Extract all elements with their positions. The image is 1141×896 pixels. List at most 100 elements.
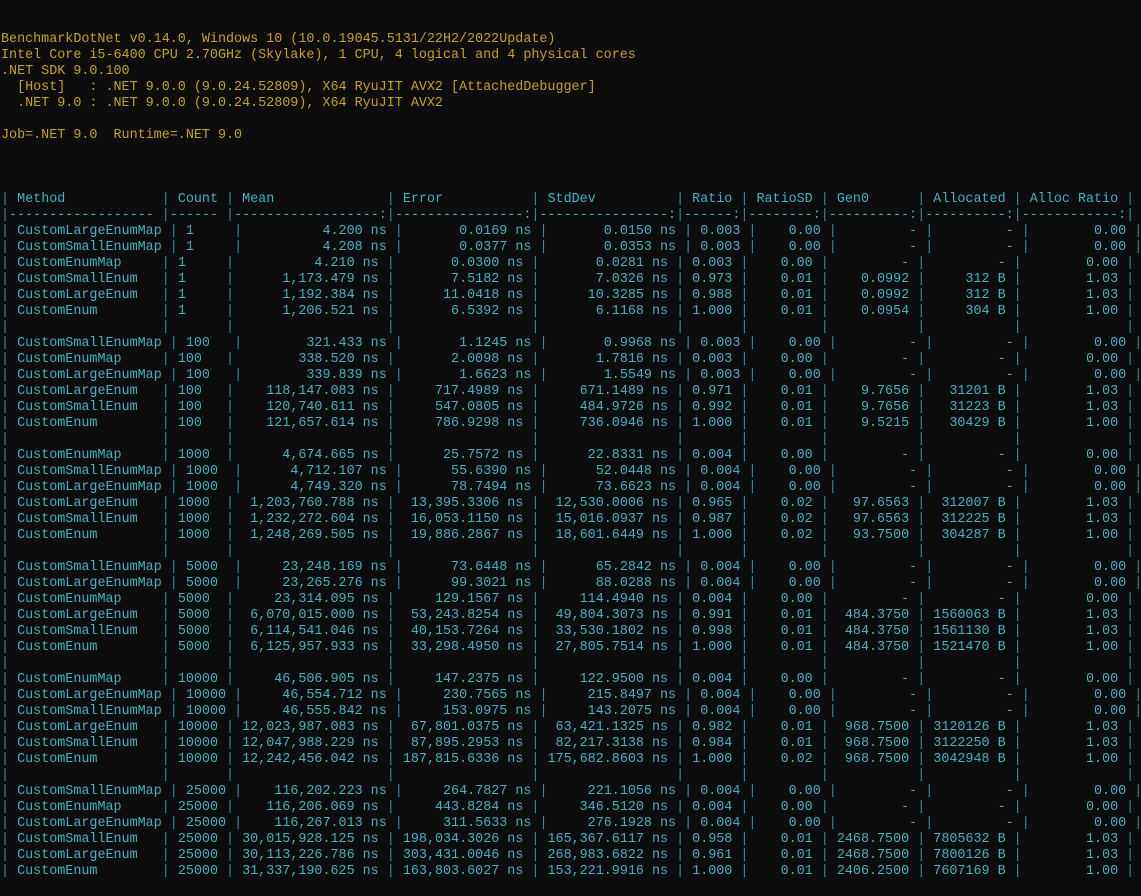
cell-stddev — [539, 320, 676, 335]
cell-method: CustomSmallEnumMap — [9, 336, 170, 351]
column-separator: | — [226, 640, 235, 655]
column-separator: | — [234, 336, 243, 351]
cell-method: CustomSmallEnum — [9, 400, 162, 415]
cell-stddev: 33,530.1802 ns — [539, 624, 677, 639]
column-separator: | — [1134, 336, 1141, 351]
column-separator: | — [676, 496, 685, 511]
column-separator: | — [1126, 672, 1135, 687]
cell-count: 1 — [177, 224, 235, 239]
column-separator: | — [1, 240, 10, 255]
column-separator: | — [386, 768, 395, 783]
cell-alloc-ratio: 1.00 — [1021, 304, 1127, 319]
column-separator: | — [1013, 752, 1022, 767]
column-separator: | — [740, 864, 749, 879]
column-separator: | — [161, 672, 170, 687]
cell-gen0: - — [836, 336, 926, 351]
cell-gen0: 0.0954 — [828, 304, 918, 319]
column-separator: | — [820, 592, 829, 607]
column-separator: | — [676, 400, 685, 415]
cell-method: CustomSmallEnum — [9, 624, 162, 639]
cell-count: 100 — [177, 336, 235, 351]
cell-stddev: 73.6623 ns — [547, 480, 685, 495]
cell-alloc-ratio: 1.03 — [1021, 720, 1127, 735]
column-separator: | — [1, 624, 10, 639]
cell-gen0: - — [836, 480, 926, 495]
column-header: RatioSD — [748, 192, 821, 207]
column-separator: | — [386, 736, 395, 751]
column-separator: | — [161, 288, 170, 303]
column-separator: | — [917, 848, 926, 863]
column-separator: | — [1013, 624, 1022, 639]
cell-gen0: 484.3750 — [828, 640, 918, 655]
cell-error: 25.7572 ns — [394, 448, 532, 463]
column-separator: | — [676, 528, 685, 543]
column-separator: | — [828, 464, 837, 479]
cell-ratiosd: 0.01 — [748, 624, 821, 639]
cell-mean: 116,206.069 ns — [234, 800, 387, 815]
cell-ratiosd: 0.01 — [748, 736, 821, 751]
column-separator: | — [1013, 320, 1022, 335]
cell-stddev — [539, 768, 676, 783]
cell-stddev: 1.7816 ns — [539, 352, 677, 367]
cell-count: 10000 — [169, 672, 227, 687]
column-separator: | — [1, 848, 10, 863]
cell-ratiosd: 0.01 — [748, 864, 821, 879]
column-separator: | — [234, 704, 243, 719]
column-separator: | — [161, 432, 170, 447]
column-separator: | — [1013, 384, 1022, 399]
column-separator: | — [1, 352, 10, 367]
cell-count — [170, 656, 226, 671]
column-separator: | — [1, 288, 10, 303]
cell-ratio: 0.004 — [692, 816, 749, 831]
column-separator: | — [226, 192, 235, 207]
table-row: | CustomEnumMap | 25000 | 116,206.069 ns… — [1, 800, 1141, 816]
column-separator: | — [161, 304, 170, 319]
column-separator: | — [1, 592, 10, 607]
cell-alloc-ratio: 0.00 — [1029, 224, 1135, 239]
header-line: Job=.NET 9.0 Runtime=.NET 9.0 — [1, 128, 243, 143]
column-separator: | — [1, 720, 10, 735]
cell-alloc-ratio: 0.00 — [1021, 800, 1127, 815]
cell-alloc-ratio: 1.03 — [1021, 832, 1127, 847]
column-separator: | — [1126, 736, 1135, 751]
column-separator: | — [820, 288, 829, 303]
column-separator: | — [684, 224, 693, 239]
cell-error: 264.7827 ns — [402, 784, 540, 799]
column-separator: | — [1, 656, 10, 671]
cell-ratiosd: 0.01 — [748, 832, 821, 847]
table-row: | CustomSmallEnumMap | 1000 | 4,712.107 … — [1, 464, 1141, 480]
column-separator: | — [1, 528, 10, 543]
cell-gen0: - — [836, 224, 926, 239]
column-separator: | — [820, 848, 829, 863]
column-separator: | — [828, 224, 837, 239]
column-separator: | — [1, 336, 10, 351]
cell-ratio: 0.004 — [684, 800, 741, 815]
cell-count: 10000 — [169, 720, 227, 735]
table-row: | CustomSmallEnum | 10000 | 12,047,988.2… — [1, 736, 1141, 752]
cell-allocated — [925, 544, 1013, 559]
cell-ratio: 0.003 — [692, 224, 749, 239]
cell-mean: 4,749.320 ns — [242, 480, 395, 495]
column-separator: | — [226, 656, 235, 671]
cell-gen0: - — [836, 704, 926, 719]
column-separator: | — [1, 512, 10, 527]
column-separator: | — [1, 816, 10, 831]
cell-mean: 1,203,760.788 ns — [234, 496, 387, 511]
cell-ratiosd: 0.00 — [748, 352, 821, 367]
cell-mean: 4,674.665 ns — [234, 448, 387, 463]
cell-allocated: - — [933, 224, 1022, 239]
cell-count: 5000 — [177, 576, 235, 591]
column-separator: | — [1126, 528, 1135, 543]
cell-alloc-ratio — [1022, 544, 1126, 559]
column-separator: | — [386, 272, 395, 287]
column-separator: | — [820, 528, 829, 543]
cell-error — [395, 432, 532, 447]
column-separator: | — [820, 832, 829, 847]
column-separator: | — [820, 352, 829, 367]
column-separator: | — [539, 464, 548, 479]
column-separator: | — [169, 368, 178, 383]
column-separator: | — [1013, 736, 1022, 751]
column-separator: | — [531, 832, 540, 847]
cell-gen0: - — [836, 368, 926, 383]
cell-count: 25000 — [169, 800, 227, 815]
